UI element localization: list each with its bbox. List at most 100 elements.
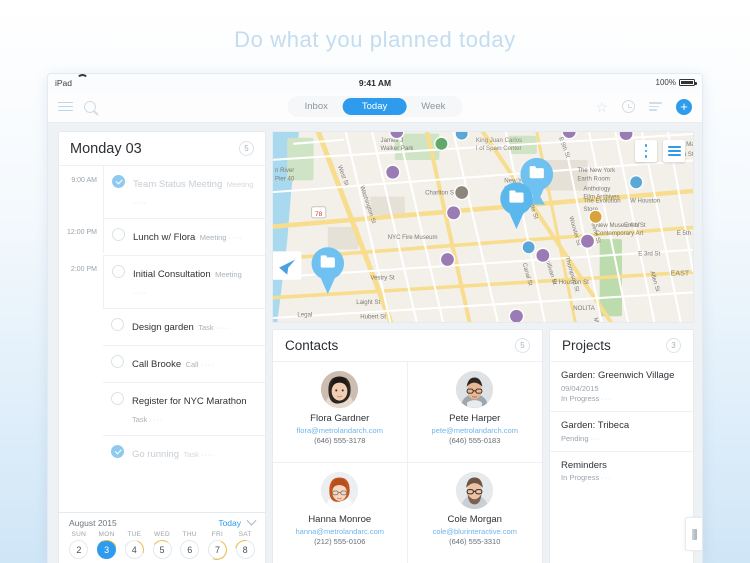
contact-phone[interactable]: (646) 555-0183 xyxy=(449,436,500,445)
task-title: Register for NYC Marathon xyxy=(132,396,247,407)
calendar-day[interactable]: 5 xyxy=(152,540,172,559)
weekday-label: MON xyxy=(98,531,115,538)
task-row[interactable]: 2:00 PM Initial Consultation Meeting ···… xyxy=(59,255,265,308)
vertical-dots-icon[interactable] xyxy=(635,140,657,162)
map-panel[interactable]: James J Walker Park West St Washington St… xyxy=(272,131,694,323)
contact-phone[interactable]: (646) 555-3310 xyxy=(449,537,500,546)
hamburger-menu-icon[interactable] xyxy=(58,99,73,114)
task-type: Call ···· xyxy=(185,360,215,369)
clock-icon[interactable] xyxy=(622,100,635,113)
contact-card[interactable]: Flora Gardner flora@metrolandarch.com (6… xyxy=(273,362,408,463)
contact-card[interactable]: Cole Morgan cole@blurinteractive.com (64… xyxy=(408,463,543,563)
weekday-label: SAT xyxy=(238,531,252,538)
status-badge: Pending ··· xyxy=(561,433,602,443)
contacts-panel: Contacts 5 Flora Gardner flora@metroland… xyxy=(272,329,543,563)
projects-panel: Projects 3 Garden: Greenwich Village 09/… xyxy=(549,329,694,563)
promo-headline: Do what you planned today xyxy=(234,27,516,52)
project-name: Reminders xyxy=(561,459,607,471)
right-column: James J Walker Park West St Washington St… xyxy=(272,123,702,563)
project-row[interactable]: Reminders In Progress ··· xyxy=(550,452,693,490)
calendar-day-selected[interactable]: 3 xyxy=(97,540,117,559)
lower-panels: Contacts 5 Flora Gardner flora@metroland… xyxy=(272,329,694,563)
projects-title: Projects xyxy=(562,338,611,353)
tab-week[interactable]: Week xyxy=(406,98,460,115)
task-title: Design garden xyxy=(132,322,194,333)
plus-circle-icon[interactable]: + xyxy=(676,98,692,115)
tab-today[interactable]: Today xyxy=(342,98,407,115)
task-row[interactable]: 12:00 PM Lunch w/ Flora Meeting ···· xyxy=(59,218,265,255)
avatar xyxy=(321,371,359,408)
contact-email[interactable]: hanna@metrolandarc.com xyxy=(296,527,385,536)
task-type: Meeting ···· xyxy=(199,233,243,242)
drag-handle-icon[interactable] xyxy=(685,517,702,551)
calendar-day[interactable]: 2 xyxy=(69,540,89,559)
svg-text:Walker Park: Walker Park xyxy=(381,145,415,152)
chevron-down-icon[interactable] xyxy=(246,515,257,526)
contacts-header: Contacts 5 xyxy=(273,330,542,362)
task-checkbox[interactable] xyxy=(111,445,124,458)
svg-text:Earth Room: Earth Room xyxy=(577,175,609,182)
status-badge: In Progress ··· xyxy=(561,394,612,404)
project-row[interactable]: Garden: Tribeca Pending ··· xyxy=(550,412,693,452)
avatar xyxy=(456,371,494,408)
tab-inbox[interactable]: Inbox xyxy=(290,98,343,115)
task-time xyxy=(59,435,103,446)
contact-email[interactable]: cole@blurinteractive.com xyxy=(433,527,517,536)
contacts-count-badge: 5 xyxy=(515,338,530,353)
svg-text:I of Spain Center: I of Spain Center xyxy=(476,145,522,152)
task-checkbox[interactable] xyxy=(112,265,125,278)
task-row[interactable]: Design garden Task ···· xyxy=(59,308,265,345)
list-lines-icon[interactable] xyxy=(649,100,662,114)
project-row[interactable]: Garden: Greenwich Village 09/04/2015 In … xyxy=(550,362,693,413)
task-row[interactable]: 9:00 AM Team Status Meeting Meeting ···· xyxy=(59,166,265,218)
contacts-title: Contacts xyxy=(285,338,339,353)
svg-text:Legal: Legal xyxy=(297,311,312,318)
task-checkbox[interactable] xyxy=(111,355,124,368)
promo-background: Do what you planned today iPad 9:41 AM 1… xyxy=(0,0,750,563)
day-panel: Monday 03 5 9:00 AM Team Status Meeting … xyxy=(58,131,266,512)
toolbar-left-group xyxy=(58,99,96,114)
day-count-badge: 5 xyxy=(239,141,254,156)
task-checkbox[interactable] xyxy=(112,175,125,188)
task-title: Initial Consultation xyxy=(133,269,211,280)
contact-card[interactable]: Pete Harper pete@metrolandarch.com (646)… xyxy=(407,362,542,463)
svg-text:Hubert St: Hubert St xyxy=(360,313,386,320)
calendar-today-button[interactable]: Today xyxy=(218,518,241,528)
task-title: Call Brooke xyxy=(132,359,182,370)
svg-text:Charlton St: Charlton St xyxy=(425,190,456,197)
toolbar-right-group: ☆ + xyxy=(595,98,692,115)
mini-calendar: August 2015 Today SUN MON TUE WED THU FR… xyxy=(58,512,266,563)
task-checkbox[interactable] xyxy=(112,228,125,241)
svg-text:New Museum of: New Museum of xyxy=(596,222,640,229)
contact-email[interactable]: flora@metrolandarch.com xyxy=(297,426,383,435)
contact-phone[interactable]: (212) 555-0106 xyxy=(314,537,365,546)
svg-text:NOLITA: NOLITA xyxy=(573,305,595,312)
task-checkbox[interactable] xyxy=(111,318,124,331)
svg-text:Anthology: Anthology xyxy=(583,185,611,192)
contact-card[interactable]: Hanna Monroe hanna@metrolandarc.com (212… xyxy=(273,463,408,563)
projects-count-badge: 3 xyxy=(666,338,681,353)
task-checkbox[interactable] xyxy=(111,392,124,405)
task-time xyxy=(59,308,103,319)
app-toolbar: Inbox Today Week ☆ + xyxy=(48,91,702,123)
calendar-day[interactable]: 7 xyxy=(207,540,227,559)
task-row[interactable]: Call Brooke Call ···· xyxy=(59,345,265,382)
contact-email[interactable]: pete@metrolandarch.com xyxy=(432,426,518,435)
star-icon[interactable]: ☆ xyxy=(595,100,608,114)
search-icon[interactable] xyxy=(84,100,96,113)
task-time xyxy=(59,345,103,356)
contact-phone[interactable]: (646) 555-3178 xyxy=(314,436,365,445)
status-badge: In Progress ··· xyxy=(561,473,612,483)
calendar-day[interactable]: 4 xyxy=(124,540,144,559)
task-row[interactable]: Go running Task ···· xyxy=(59,435,265,472)
calendar-day[interactable]: 6 xyxy=(180,540,200,559)
view-segmented-control[interactable]: Inbox Today Week xyxy=(287,96,463,117)
calendar-header: August 2015 Today xyxy=(59,513,265,531)
svg-text:Contemporary Art: Contemporary Art xyxy=(596,230,644,237)
map-list-icon[interactable] xyxy=(663,140,685,162)
task-time xyxy=(59,382,103,393)
task-row[interactable]: Register for NYC Marathon Task ···· xyxy=(59,382,265,435)
calendar-day[interactable]: 8 xyxy=(235,540,255,559)
day-panel-header: Monday 03 5 xyxy=(59,132,265,166)
app-body: Monday 03 5 9:00 AM Team Status Meeting … xyxy=(48,123,702,563)
